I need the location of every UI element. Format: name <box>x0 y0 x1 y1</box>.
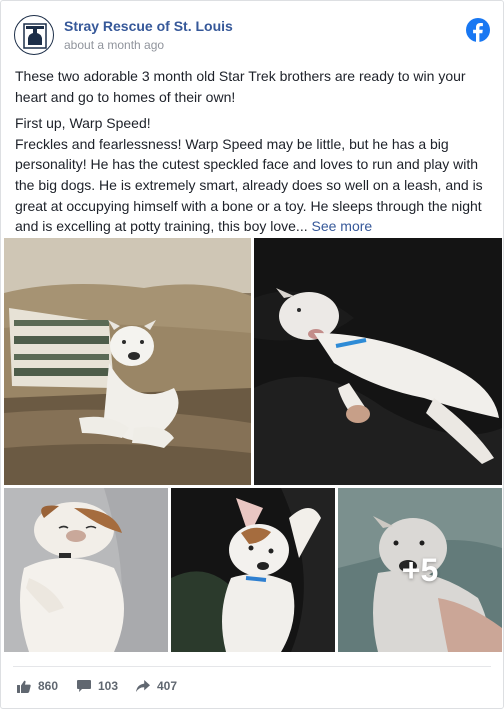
see-more-link[interactable]: See more <box>312 218 373 234</box>
post-timestamp[interactable]: about a month ago <box>64 38 164 52</box>
stray-rescue-logo-icon[interactable] <box>14 15 54 55</box>
page-name-link[interactable]: Stray Rescue of St. Louis <box>64 18 233 34</box>
photo-4[interactable] <box>171 488 335 652</box>
post-paragraph-intro: These two adorable 3 month old Star Trek… <box>15 68 466 105</box>
photo-1[interactable] <box>4 238 251 485</box>
post-subheading: First up, Warp Speed! <box>15 115 151 132</box>
facebook-post-card: Stray Rescue of St. Louis about a month … <box>0 0 504 709</box>
likes-count[interactable]: 860 <box>17 674 58 698</box>
comments-count[interactable]: 103 <box>77 674 118 698</box>
comment-icon <box>77 680 91 692</box>
post-text: These two adorable 3 month old Star Trek… <box>15 66 491 243</box>
photo-3[interactable] <box>4 488 168 652</box>
comments-count-label: 103 <box>98 679 119 693</box>
post-paragraph-warp-speed: First up, Warp Speed! Freckles and fearle… <box>15 113 491 237</box>
shares-count[interactable]: 407 <box>136 674 177 698</box>
photo-2[interactable] <box>254 238 502 485</box>
stats-divider <box>13 666 491 667</box>
thumbs-up-icon <box>17 680 31 693</box>
more-photos-overlay[interactable]: +5 <box>338 488 502 652</box>
photo-5-more[interactable]: +5 <box>338 488 502 652</box>
facebook-logo-icon[interactable] <box>466 18 490 42</box>
engagement-stats: 860 103 407 <box>1 674 503 698</box>
post-body: Freckles and fearlessness! Warp Speed ma… <box>15 135 483 235</box>
shares-count-label: 407 <box>157 679 178 693</box>
share-arrow-icon <box>136 680 150 692</box>
likes-count-label: 860 <box>38 679 59 693</box>
post-header: Stray Rescue of St. Louis about a month … <box>1 1 503 61</box>
